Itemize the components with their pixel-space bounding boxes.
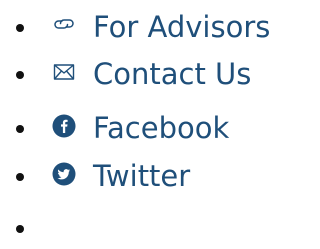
footer-link-list: For Advisors Contact Us Facebook Twitter (0, 0, 285, 245)
for-advisors-link[interactable]: For Advisors (93, 10, 270, 44)
list-bullet (16, 225, 24, 233)
twitter-link[interactable]: Twitter (93, 159, 190, 193)
list-bullet (16, 125, 24, 133)
list-item-for-advisors: For Advisors (0, 8, 285, 48)
list-item-contact-us: Contact Us (0, 55, 285, 95)
link-icon (54, 19, 74, 29)
list-item-facebook: Facebook (0, 109, 285, 149)
list-item-twitter: Twitter (0, 157, 285, 197)
list-bullet (16, 24, 24, 32)
list-item-empty (0, 209, 285, 249)
twitter-icon (52, 162, 76, 186)
facebook-icon (52, 114, 76, 138)
facebook-link[interactable]: Facebook (93, 111, 229, 145)
contact-us-link[interactable]: Contact Us (93, 57, 251, 91)
envelope-icon (53, 64, 75, 80)
list-bullet (16, 173, 24, 181)
list-bullet (16, 71, 24, 79)
